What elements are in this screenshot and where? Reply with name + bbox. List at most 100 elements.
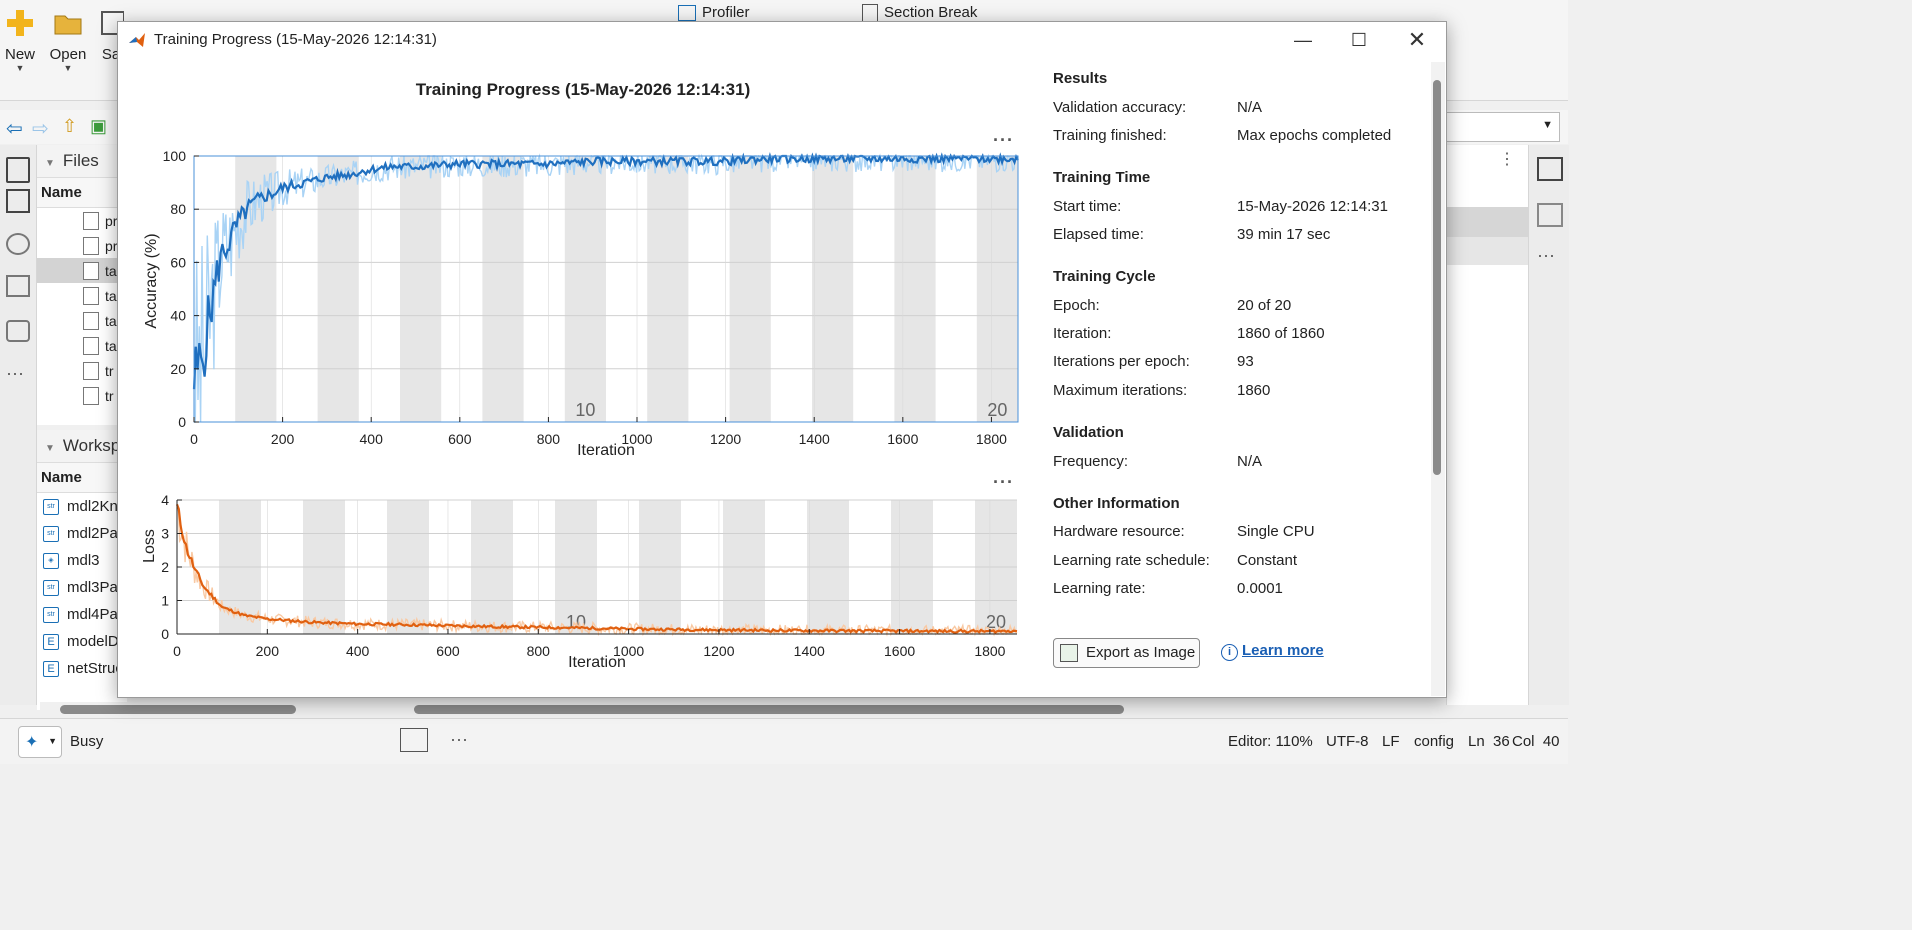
packages-icon[interactable] — [6, 320, 30, 342]
scrollbar-thumb[interactable] — [60, 705, 296, 714]
file-name: pr — [105, 237, 118, 254]
title-bar[interactable]: Training Progress (15-May-2026 12:14:31)… — [118, 22, 1446, 58]
learn-more-label: Learn more — [1242, 642, 1324, 659]
workspace-variable-row[interactable]: EnetStruc — [37, 655, 127, 682]
string-icon: str — [43, 525, 59, 542]
variable-name: mdl2Pat — [67, 525, 123, 542]
file-name: pr — [105, 212, 118, 229]
training-progress-window: Training Progress (15-May-2026 12:14:31)… — [117, 21, 1447, 698]
code-issues-icon[interactable] — [1537, 203, 1563, 227]
validation-accuracy-value: N/A — [1237, 99, 1263, 116]
function-file-icon — [83, 211, 99, 230]
line-ending[interactable]: LF — [1382, 733, 1400, 750]
file-list-item[interactable]: tr — [37, 358, 127, 383]
more-options-icon[interactable]: ⋮ — [1499, 149, 1515, 169]
epoch-band — [812, 156, 854, 422]
editor-horizontal-scrollbar[interactable] — [392, 702, 1177, 716]
file-list-item[interactable]: pr — [37, 208, 127, 233]
epoch-band — [729, 156, 771, 422]
files-panel-icon[interactable] — [6, 157, 30, 183]
workspace-variable-row[interactable]: str mdl2Kn — [37, 493, 127, 520]
epoch-value: 20 of 20 — [1237, 297, 1292, 314]
script-file-icon — [83, 286, 99, 305]
loss-plot-options-icon[interactable]: ··· — [993, 472, 1014, 493]
training-finished-value: Max epochs completed — [1237, 127, 1392, 144]
file-list-item[interactable]: ta — [37, 258, 127, 283]
file-list-item[interactable]: tr — [37, 383, 127, 408]
grid-icon[interactable] — [6, 189, 30, 213]
scrollbar-thumb[interactable] — [414, 705, 1124, 714]
info-vertical-scrollbar[interactable] — [1431, 62, 1445, 696]
files-panel-title: Files — [62, 151, 99, 170]
right-panel-row[interactable] — [1447, 237, 1529, 265]
property-inspector-icon[interactable] — [1537, 157, 1563, 181]
workspace-panel-title: Worksp — [62, 436, 121, 455]
plot-title: Training Progress (15-May-2026 12:14:31) — [415, 80, 751, 99]
workspace-variable-row[interactable]: EmodelD — [37, 628, 127, 655]
file-name: ta — [105, 337, 117, 354]
file-list-item[interactable]: ta — [37, 333, 127, 358]
info-label: Training finished: — [1053, 127, 1167, 144]
y-tick-label: 2 — [161, 559, 169, 575]
back-arrow-icon[interactable]: ⇦ — [6, 116, 23, 141]
learn-more-link[interactable]: i Learn more — [1221, 642, 1324, 661]
open-button[interactable]: Open ▼ — [48, 8, 88, 73]
plus-icon — [7, 10, 33, 36]
workspace-panel-header[interactable]: ▼ Worksp — [37, 430, 127, 463]
y-tick-label: 3 — [161, 526, 169, 542]
function-file-icon — [83, 236, 99, 255]
accuracy-chart: 10 20 0 200 400 600 800 1000 1200 1400 1600 1800 0 20… — [118, 142, 1048, 462]
up-folder-icon[interactable]: ⇧ — [62, 116, 77, 137]
training-cycle-heading: Training Cycle — [1053, 268, 1156, 285]
workspace-variable-row[interactable]: str mdl3Pat — [37, 574, 127, 601]
encoding[interactable]: UTF-8 — [1326, 733, 1369, 750]
search-icon[interactable] — [6, 233, 30, 255]
more-icon[interactable]: ··· — [6, 363, 24, 384]
workspace-variable-row[interactable]: str mdl2Pat — [37, 520, 127, 547]
sparkle-icon: ✦ — [25, 734, 39, 751]
path-dropdown[interactable]: ▼ — [1446, 112, 1560, 142]
editor-zoom[interactable]: Editor: 110% — [1228, 733, 1313, 750]
profiler-icon — [678, 5, 696, 22]
workspace-variable-row[interactable]: ◈ mdl3 — [37, 547, 127, 574]
new-button[interactable]: New ▼ — [2, 8, 38, 73]
validation-heading: Validation — [1053, 424, 1124, 441]
line-number[interactable]: Ln 36 — [1468, 733, 1510, 750]
profiler-button[interactable]: Profiler — [678, 4, 750, 22]
workspace-name-header[interactable]: Name — [37, 463, 127, 493]
function-file-icon — [83, 361, 99, 380]
right-panel-selected-row[interactable] — [1447, 207, 1529, 237]
file-list-item[interactable]: ta — [37, 283, 127, 308]
section-break-button[interactable]: Section Break — [862, 4, 977, 23]
more-icon[interactable]: ··· — [450, 729, 468, 750]
more-icon[interactable]: ··· — [1537, 245, 1555, 266]
right-sidebar-rail: ··· — [1528, 145, 1569, 705]
maximize-button[interactable]: ☐ — [1331, 22, 1387, 58]
minimize-button[interactable]: — — [1275, 22, 1331, 58]
scrollbar-thumb[interactable] — [1433, 80, 1441, 475]
export-as-image-button[interactable]: Export as Image — [1053, 638, 1200, 668]
accuracy-plot[interactable]: 10 200 200 400 600 800 1000 1200 1400 1600 1800020… — [118, 142, 1048, 462]
files-name-header[interactable]: Name — [37, 178, 127, 208]
minimize-icon: — — [1294, 30, 1312, 50]
open-label: Open — [49, 46, 87, 63]
files-panel-header[interactable]: ▼ Files — [37, 145, 127, 178]
workspace-variable-row[interactable]: str mdl4Pat — [37, 601, 127, 628]
file-list-item[interactable]: ta — [37, 308, 127, 333]
forward-arrow-icon[interactable]: ⇨ — [32, 116, 49, 141]
command-window-icon[interactable] — [400, 728, 428, 752]
history-icon[interactable] — [6, 275, 30, 297]
close-button[interactable]: ✕ — [1389, 22, 1445, 58]
chevron-down-icon: ▼ — [45, 443, 55, 454]
browse-folder-icon[interactable]: ▣ — [90, 116, 107, 137]
left-sidebar-rail: ··· — [0, 145, 37, 705]
files-horizontal-scrollbar[interactable] — [40, 702, 370, 716]
y-tick-label: 4 — [161, 492, 169, 508]
column-number[interactable]: Col 40 — [1512, 733, 1560, 750]
script-file-icon — [83, 261, 99, 280]
close-icon: ✕ — [1407, 27, 1427, 52]
file-list-item[interactable]: pr — [37, 233, 127, 258]
config-status[interactable]: config — [1414, 733, 1454, 750]
epoch-band — [647, 156, 689, 422]
copilot-button[interactable]: ✦ ▼ — [18, 726, 62, 758]
